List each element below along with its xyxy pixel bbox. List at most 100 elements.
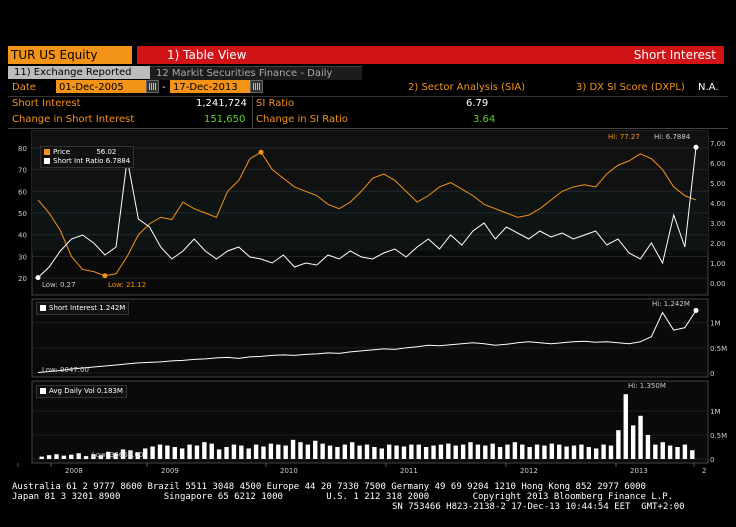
low-ratio-annotation: Low: 0.27 [42,281,76,289]
low-marker [102,273,108,279]
si-ratio-value: 6.79 [466,98,489,109]
date-row: Date 01-Dec-2005 - 17-Dec-2013 2) Sector… [8,80,728,97]
y-tick-label: 20 [18,275,27,283]
volume-bar [586,447,591,459]
y-tick-label: 1.00 [710,260,726,268]
stats-panel: Short Interest 1,241,724 SI Ratio 6.79 C… [8,96,728,128]
volume-bar [557,444,562,459]
y-tick-label: 1M [710,320,721,328]
volume-bar [409,444,414,459]
volume-bar [416,444,421,459]
volume-bar [438,444,444,459]
volume-bar [675,447,680,459]
volume-bar [268,443,274,459]
end-date-input[interactable]: 17-Dec-2013 [170,80,254,93]
volume-bar [431,445,436,459]
volume-bar [305,444,311,459]
function-title: Short Interest [633,48,716,62]
volume-bar [172,447,177,459]
volume-bar [520,444,525,459]
volume-bar [453,445,458,459]
si-swatch [40,305,46,311]
volume-bar [512,442,518,459]
low-price-annotation: Low: 21.12 [108,281,146,289]
y-tick-label: 7.00 [710,140,726,148]
x-tick-label: 2008 [65,467,83,475]
volume-bar [475,444,481,459]
volume-bar [69,454,74,459]
volume-bar [157,444,163,459]
calendar-icon[interactable] [250,80,263,93]
volume-bar [150,446,155,459]
volume-bar [483,445,488,459]
volume-bar [608,445,614,459]
volume-bar [231,444,237,459]
title-bar: 1) Table View Short Interest [137,46,724,64]
volume-bar [601,444,606,459]
x-tick-label: 2 [702,467,706,475]
hi-price-annotation: Hi: 77.27 [608,133,640,141]
price-swatch [44,149,50,155]
si-ratio-label: SI Ratio [256,98,295,109]
volume-bar [593,448,599,459]
footer-line-3: SN 753466 H823-2138-2 17-Dec-13 10:44:54… [392,502,685,512]
ticker-field[interactable]: TUR US Equity [8,46,132,64]
dx-si-score-link[interactable]: 3) DX SI Score (DXPL) [576,80,685,96]
volume-bar [527,447,532,459]
volume-bar [423,447,429,459]
volume-bar [187,444,192,459]
y-tick-label: 0 [710,370,714,378]
legend-vol-label: Avg Daily Vol [49,387,95,395]
y-tick-label: 80 [18,145,27,153]
volume-bar [682,444,688,459]
calendar-icon[interactable] [146,80,159,93]
volume-bar [401,446,407,459]
volume-bar [350,442,355,459]
volume-bar [76,453,81,459]
price-legend: Price 56.02 Short Int Ratio 6.7884 [40,146,135,168]
divider [252,96,253,128]
volume-bar [320,443,325,459]
volume-bar [497,447,503,459]
volume-bar [690,450,695,459]
table-view-button[interactable]: 1) Table View [167,46,246,64]
volume-bar [298,442,303,459]
x-tick-label: 2013 [630,467,648,475]
volume-bar [542,445,547,459]
volume-bar [342,444,348,459]
volume-bar [327,445,333,459]
y-tick-label: 1M [710,408,721,416]
volume-bar [379,448,384,459]
volume-bar [660,442,665,459]
legend-ratio-value: 6.7884 [105,157,131,165]
change-si-value: 151,650 [204,114,246,125]
volume-bar [283,445,288,459]
hi-vol-annotation: Hi: 1.350M [628,382,666,390]
y-tick-label: 6.00 [710,160,726,168]
tab-exchange-reported[interactable]: 11) Exchange Reported [8,66,150,79]
volume-bar [54,454,59,459]
vol-swatch [40,388,46,394]
x-tick-label: 2012 [520,467,538,475]
high-marker [693,307,699,313]
x-tick-label: 2010 [280,467,298,475]
x-tick-label: 2009 [161,467,179,475]
tab-markit[interactable]: 12 Markit Securities Finance - Daily [150,66,362,80]
legend-price-value: 56.02 [96,148,117,156]
legend-si-label: Short Interest [49,304,97,312]
y-tick-label: 3.00 [710,220,726,228]
volume-bar [534,444,540,459]
sector-analysis-link[interactable]: 2) Sector Analysis (SIA) [408,80,525,96]
volume-bar [645,435,651,459]
panel-shade [32,191,708,251]
volume-bar [143,448,148,459]
date-label: Date [12,82,36,93]
change-si-label: Change in Short Interest [12,114,135,125]
volume-bar [313,440,318,459]
ratio-swatch [44,158,50,164]
start-date-input[interactable]: 01-Dec-2005 [56,80,150,93]
short-interest-label: Short Interest [12,98,81,109]
volume-legend: Avg Daily Vol 0.183M [36,385,127,398]
y-tick-label: 40 [18,232,27,240]
volume-bar [386,444,392,459]
